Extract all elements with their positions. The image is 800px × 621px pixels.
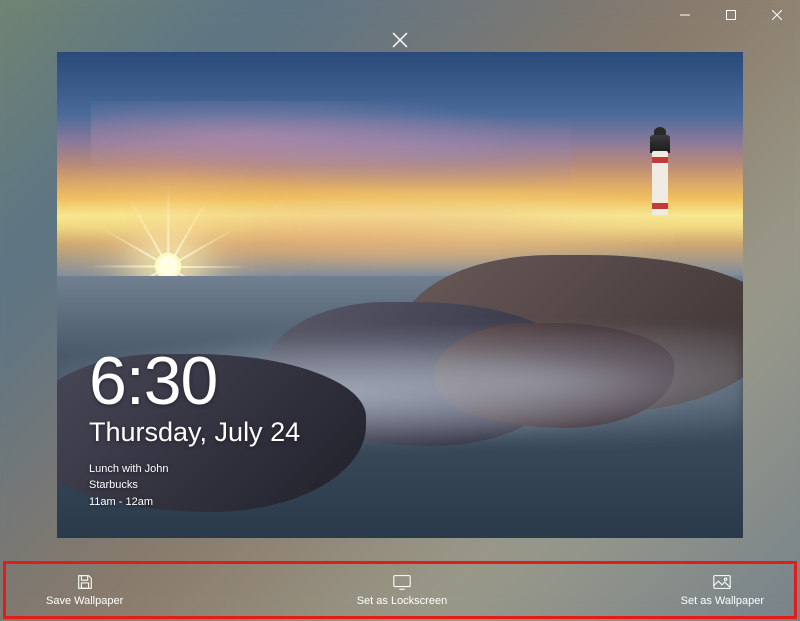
close-icon [392, 32, 408, 48]
wallpaper-icon [712, 573, 732, 591]
event-title: Lunch with John [89, 461, 169, 478]
event-location: Starbucks [89, 477, 169, 494]
lockscreen-clock: 6:30 Thursday, July 24 [89, 347, 300, 448]
save-wallpaper-button[interactable]: Save Wallpaper [34, 573, 135, 607]
lockscreen-time: 6:30 [89, 347, 300, 415]
window-controls [662, 0, 800, 30]
minimize-button[interactable] [662, 0, 708, 30]
lockscreen-icon [392, 573, 412, 591]
set-wallpaper-label: Set as Wallpaper [681, 595, 764, 607]
event-time: 11am - 12am [89, 494, 169, 511]
save-icon [75, 573, 95, 591]
maximize-button[interactable] [708, 0, 754, 30]
set-lockscreen-label: Set as Lockscreen [357, 595, 448, 607]
lockscreen-event: Lunch with John Starbucks 11am - 12am [89, 461, 169, 511]
close-preview-button[interactable] [384, 24, 416, 56]
action-bar-highlight: Save Wallpaper Set as Lockscreen Set as … [3, 561, 797, 619]
set-lockscreen-button[interactable]: Set as Lockscreen [345, 573, 460, 607]
lockscreen-date: Thursday, July 24 [89, 417, 300, 448]
set-wallpaper-button[interactable]: Set as Wallpaper [669, 573, 776, 607]
lighthouse-graphic [646, 125, 674, 215]
save-wallpaper-label: Save Wallpaper [46, 595, 123, 607]
window-close-button[interactable] [754, 0, 800, 30]
preview-scene: 6:30 Thursday, July 24 Lunch with John S… [57, 52, 743, 538]
wallpaper-preview: 6:30 Thursday, July 24 Lunch with John S… [57, 52, 743, 538]
